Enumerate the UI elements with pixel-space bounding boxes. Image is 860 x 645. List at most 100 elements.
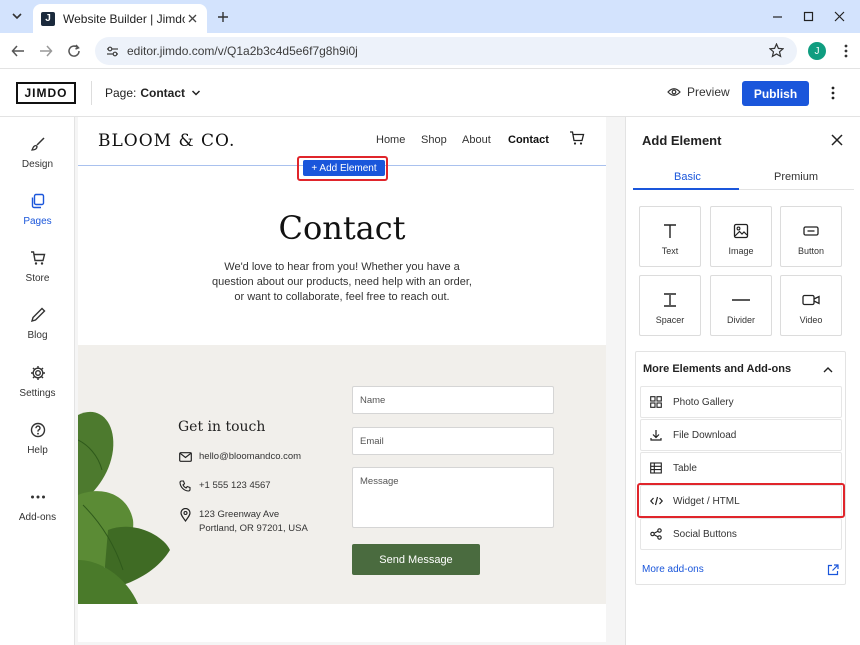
more-elements-section: More Elements and Add-ons Photo Gallery … — [635, 351, 846, 585]
sidebar-item-pages[interactable]: Pages — [0, 191, 75, 237]
tab-premium[interactable]: Premium — [774, 171, 818, 183]
reload-icon[interactable] — [65, 42, 83, 60]
name-field[interactable]: Name — [352, 386, 554, 414]
profile-avatar[interactable]: J — [808, 42, 826, 60]
location-pin-icon — [178, 508, 192, 522]
gear-icon — [28, 363, 48, 383]
browser-toolbar: editor.jimdo.com/v/Q1a2b3c4d5e6f7g8h9i0j… — [0, 33, 860, 69]
site-nav-shop[interactable]: Shop — [421, 134, 447, 146]
contact-email[interactable]: hello@bloomandco.com — [178, 450, 301, 464]
window-close-icon[interactable] — [831, 8, 847, 24]
element-row-table[interactable]: Table — [640, 452, 842, 484]
page-title[interactable]: Contact — [78, 209, 606, 247]
widget-html-highlight — [637, 483, 845, 518]
chevron-up-icon[interactable] — [822, 364, 834, 376]
element-tile-video[interactable]: Video — [780, 275, 842, 336]
site-cart-icon[interactable] — [569, 130, 585, 146]
contact-address-text: 123 Greenway Ave Portland, OR 97201, USA — [199, 508, 308, 536]
tab-close-icon[interactable] — [185, 12, 199, 26]
contact-phone[interactable]: +1 555 123 4567 — [178, 479, 271, 493]
tile-label: Video — [799, 315, 823, 325]
tab-search-dropdown[interactable] — [8, 7, 26, 25]
back-arrow-icon[interactable] — [9, 42, 27, 60]
jimdo-logo[interactable]: JIMDO — [16, 82, 76, 104]
active-tab-indicator — [633, 188, 739, 190]
sidebar-item-add-ons[interactable]: Add-ons — [0, 487, 75, 533]
jimdo-favicon: J — [41, 11, 55, 26]
contact-address[interactable]: 123 Greenway Ave Portland, OR 97201, USA — [178, 508, 308, 536]
sidebar-item-design[interactable]: Design — [0, 134, 75, 180]
element-tile-text[interactable]: Text — [639, 206, 701, 267]
sidebar-item-label: Pages — [23, 216, 52, 227]
bookmark-star-icon[interactable] — [769, 43, 785, 59]
editor-header: JIMDO Page: Contact Preview Publish — [0, 69, 860, 117]
new-tab-plus-icon[interactable] — [214, 8, 232, 26]
tab-title: Website Builder | Jimdo — [63, 11, 185, 26]
maximize-icon[interactable] — [800, 8, 816, 24]
element-tile-divider[interactable]: Divider — [710, 275, 772, 336]
external-link-icon[interactable] — [827, 564, 839, 576]
site-brand[interactable]: BLOOM & CO. — [98, 131, 235, 151]
more-elements-title[interactable]: More Elements and Add-ons — [643, 363, 791, 375]
site-nav-contact[interactable]: Contact — [508, 134, 549, 146]
more-add-ons-link[interactable]: More add-ons — [642, 564, 704, 575]
sidebar-item-blog[interactable]: Blog — [0, 305, 75, 351]
browser-tab[interactable]: J Website Builder | Jimdo — [33, 4, 207, 33]
element-row-file-download[interactable]: File Download — [640, 419, 842, 451]
pen-icon — [28, 305, 48, 325]
send-message-button[interactable]: Send Message — [352, 544, 480, 575]
more-dots-icon — [28, 487, 48, 507]
row-label: Table — [673, 462, 697, 474]
sidebar-item-store[interactable]: Store — [0, 248, 75, 294]
share-icon — [649, 527, 663, 541]
sidebar-item-label: Add-ons — [18, 512, 57, 523]
page-intro-text[interactable]: We'd love to hear from you! Whether you … — [208, 260, 476, 305]
spacer-icon — [660, 290, 680, 310]
site-nav-about[interactable]: About — [462, 134, 491, 146]
tile-label: Button — [797, 246, 825, 256]
page-selector[interactable]: Page: Contact — [105, 85, 201, 101]
forward-arrow-icon[interactable] — [37, 42, 55, 60]
preview-button[interactable]: Preview — [667, 85, 730, 99]
sidebar-item-settings[interactable]: Settings — [0, 363, 75, 409]
chevron-down-icon — [191, 88, 201, 98]
tile-label: Image — [728, 246, 754, 256]
browser-tab-strip: J Website Builder | Jimdo — [0, 0, 860, 33]
element-row-social-buttons[interactable]: Social Buttons — [640, 518, 842, 550]
help-icon — [28, 420, 48, 440]
element-row-photo-gallery[interactable]: Photo Gallery — [640, 386, 842, 418]
publish-button[interactable]: Publish — [742, 81, 809, 106]
editor-menu-icon[interactable] — [826, 83, 840, 103]
contact-section[interactable]: Get in touch hello@bloomandco.com +1 555… — [78, 345, 606, 604]
phone-icon — [178, 479, 192, 493]
site-settings-icon[interactable] — [105, 44, 119, 58]
eye-icon — [667, 87, 681, 97]
add-element-button[interactable]: + Add Element — [303, 160, 385, 176]
site-nav-home[interactable]: Home — [376, 134, 405, 146]
address-bar[interactable]: editor.jimdo.com/v/Q1a2b3c4d5e6f7g8h9i0j — [95, 37, 797, 65]
divider-icon — [731, 290, 751, 310]
element-tile-button[interactable]: Button — [780, 206, 842, 267]
tab-basic[interactable]: Basic — [674, 171, 701, 183]
browser-menu-icon[interactable] — [838, 42, 854, 60]
email-field[interactable]: Email — [352, 427, 554, 455]
minimize-icon[interactable] — [769, 8, 785, 24]
text-icon — [660, 221, 680, 241]
tile-label: Text — [661, 246, 679, 256]
element-tile-spacer[interactable]: Spacer — [639, 275, 701, 336]
address-line-2: Portland, OR 97201, USA — [199, 523, 308, 534]
pages-icon — [28, 191, 48, 211]
get-in-touch-heading[interactable]: Get in touch — [178, 419, 265, 435]
row-label: File Download — [673, 429, 737, 441]
sidebar-item-help[interactable]: Help — [0, 420, 75, 466]
sidebar-item-label: Help — [27, 445, 48, 456]
brush-icon — [28, 134, 48, 154]
sidebar-item-label: Settings — [19, 388, 56, 399]
page-selector-value: Contact — [140, 86, 186, 100]
element-tile-image[interactable]: Image — [710, 206, 772, 267]
contact-phone-text: +1 555 123 4567 — [199, 480, 271, 491]
page-selector-label: Page: — [105, 86, 137, 100]
message-field[interactable]: Message — [352, 467, 554, 528]
row-label: Social Buttons — [673, 528, 737, 540]
close-icon[interactable] — [831, 134, 845, 148]
